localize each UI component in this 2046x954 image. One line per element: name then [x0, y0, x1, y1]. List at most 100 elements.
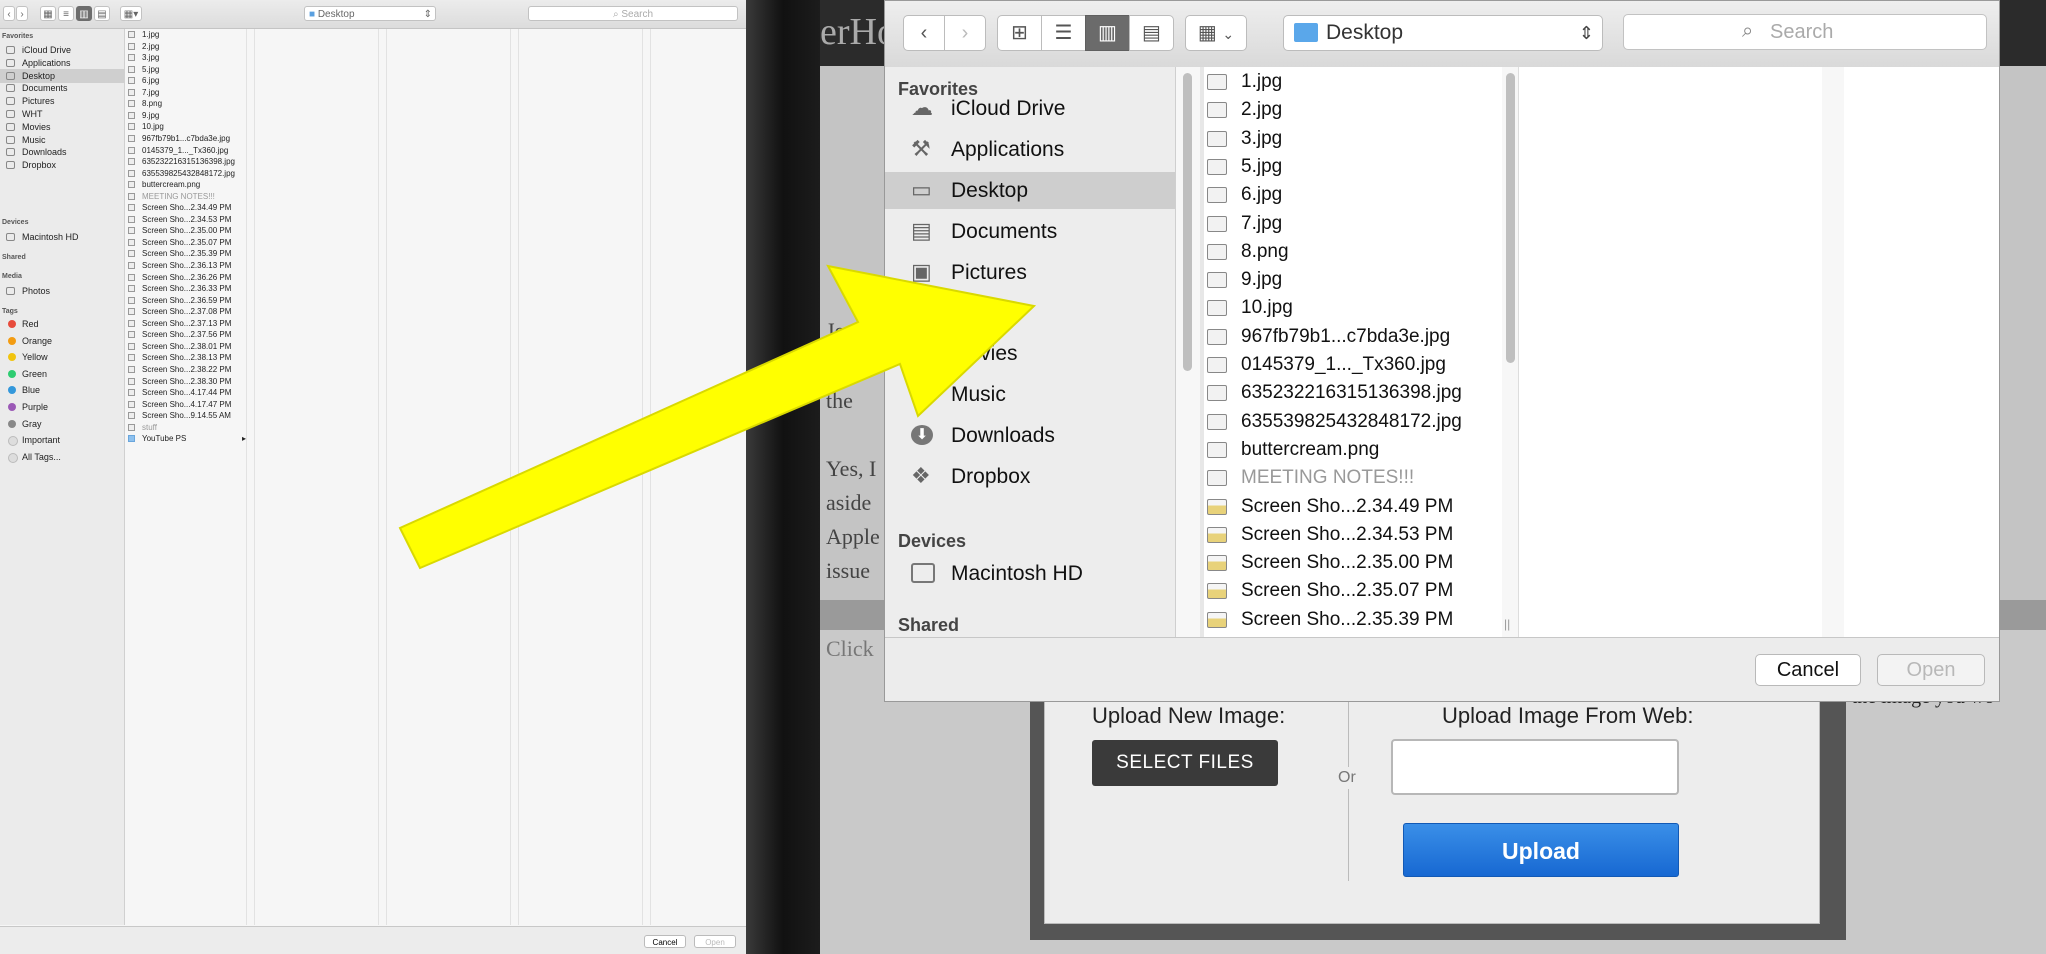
image-url-input[interactable] [1391, 739, 1679, 795]
small-file-item[interactable]: 7.jpg [128, 87, 248, 99]
small-sidebar-tag-green[interactable]: Green [0, 367, 124, 381]
upload-button[interactable]: Upload [1403, 823, 1679, 877]
small-file-item[interactable]: 0145379_1..._Tx360.jpg [128, 145, 248, 157]
small-file-item[interactable]: Screen Sho...2.37.56 PM [128, 329, 248, 341]
small-file-item[interactable]: Screen Sho...4.17.44 PM [128, 387, 248, 399]
small-sidebar-tag-blue[interactable]: Blue [0, 383, 124, 397]
small-file-item[interactable]: 9.jpg [128, 110, 248, 122]
sidebar-scrollbar[interactable] [1183, 73, 1192, 371]
small-sidebar-item-photos[interactable]: Photos [0, 284, 124, 298]
sidebar-item-documents[interactable]: ▤ Documents [885, 213, 1175, 250]
small-file-item[interactable]: Screen Sho...2.36.33 PM [128, 283, 248, 295]
file-item[interactable]: 967fb79b1...c7bda3e.jpg [1207, 323, 1507, 351]
coverflow-view-button[interactable]: ▤ [1129, 15, 1174, 51]
small-file-item[interactable]: Screen Sho...2.38.13 PM [128, 352, 248, 364]
small-file-item[interactable]: stuff [128, 422, 248, 434]
small-file-item[interactable]: Screen Sho...2.35.00 PM [128, 225, 248, 237]
file-item[interactable]: 1.jpg [1207, 68, 1507, 96]
small-back-button[interactable]: ‹ [3, 6, 15, 21]
back-button[interactable]: ‹ [903, 15, 945, 51]
small-file-item[interactable]: 5.jpg [128, 64, 248, 76]
small-file-item[interactable]: 3.jpg [128, 52, 248, 64]
small-file-item[interactable]: 8.png [128, 98, 248, 110]
small-file-item[interactable]: Screen Sho...2.38.30 PM [128, 376, 248, 388]
sidebar-item-movies[interactable]: ▦ Movies [885, 335, 1175, 372]
sidebar-item-pictures[interactable]: ▣ Pictures [885, 254, 1175, 291]
file-item[interactable]: Screen Sho...2.35.00 PM [1207, 549, 1507, 577]
file-item[interactable]: MEETING NOTES!!! [1207, 464, 1507, 492]
list-view-button[interactable]: ☰ [1041, 15, 1086, 51]
small-list-view-button[interactable]: ≡ [58, 6, 74, 21]
sidebar-item-dropbox[interactable]: ❖ Dropbox [885, 458, 1175, 495]
small-cancel-button[interactable]: Cancel [644, 935, 686, 948]
small-coverflow-view-button[interactable]: ▤ [94, 6, 110, 21]
small-file-item[interactable]: 635539825432848172.jpg [128, 168, 248, 180]
small-file-item[interactable]: 635232216315136398.jpg [128, 156, 248, 168]
search-field[interactable]: ⌕ Search [1623, 14, 1987, 50]
small-file-item[interactable]: MEETING NOTES!!! [128, 191, 248, 203]
file-item[interactable]: Screen Sho...2.35.07 PM [1207, 577, 1507, 605]
path-dropdown[interactable]: Desktop ⇕ [1283, 15, 1603, 51]
file-item[interactable]: 3.jpg [1207, 125, 1507, 153]
file-item[interactable]: 9.jpg [1207, 266, 1507, 294]
small-file-item[interactable]: buttercream.png [128, 179, 248, 191]
file-item[interactable]: buttercream.png [1207, 436, 1507, 464]
file-item[interactable]: 0145379_1..._Tx360.jpg [1207, 351, 1507, 379]
small-sidebar-item-dropbox[interactable]: Dropbox [0, 158, 124, 172]
sidebar-item-music[interactable]: ♫ Music [885, 376, 1175, 413]
small-path-dropdown[interactable]: ■ Desktop ⇕ [304, 6, 436, 21]
sidebar-item-downloads[interactable]: ⬇ Downloads [885, 417, 1175, 454]
small-sidebar-tag-important[interactable]: Important [0, 433, 124, 447]
small-file-item[interactable]: 10.jpg [128, 121, 248, 133]
select-files-button[interactable]: SELECT FILES [1092, 740, 1278, 786]
small-file-item[interactable]: Screen Sho...4.17.47 PM [128, 399, 248, 411]
small-file-item[interactable]: Screen Sho...2.35.07 PM [128, 237, 248, 249]
file-item[interactable]: 6.jpg [1207, 181, 1507, 209]
small-arrange-button[interactable]: ▦▾ [120, 6, 142, 21]
file-item[interactable]: Screen Sho...2.35.39 PM [1207, 606, 1507, 634]
small-sidebar-tag-purple[interactable]: Purple [0, 400, 124, 414]
column-view-button[interactable]: ▥ [1085, 15, 1130, 51]
file-item[interactable]: 8.png [1207, 238, 1507, 266]
small-forward-button[interactable]: › [16, 6, 28, 21]
file-item[interactable]: 2.jpg [1207, 96, 1507, 124]
forward-button[interactable]: › [944, 15, 986, 51]
small-file-item[interactable]: YouTube PS ▸ [128, 433, 248, 445]
small-file-item[interactable]: Screen Sho...2.35.39 PM [128, 248, 248, 260]
sidebar-item-applications[interactable]: ⚒ Applications [885, 131, 1175, 168]
file-item[interactable]: 7.jpg [1207, 210, 1507, 238]
file-item[interactable]: 635232216315136398.jpg [1207, 379, 1507, 407]
small-file-item[interactable]: Screen Sho...2.34.49 PM [128, 202, 248, 214]
file-item[interactable]: Screen Sho...2.34.49 PM [1207, 493, 1507, 521]
small-file-item[interactable]: Screen Sho...2.37.13 PM [128, 318, 248, 330]
small-file-item[interactable]: Screen Sho...9.14.55 AM [128, 410, 248, 422]
file-item[interactable]: 635539825432848172.jpg [1207, 408, 1507, 436]
small-file-item[interactable]: 6.jpg [128, 75, 248, 87]
small-sidebar-tag-all-tags[interactable]: All Tags... [0, 450, 124, 464]
small-file-item[interactable]: Screen Sho...2.36.59 PM [128, 295, 248, 307]
small-file-item[interactable]: Screen Sho...2.36.26 PM [128, 272, 248, 284]
small-file-item[interactable]: Screen Sho...2.34.53 PM [128, 214, 248, 226]
small-open-button[interactable]: Open [694, 935, 736, 948]
icon-view-button[interactable]: ⊞ [997, 15, 1042, 51]
sidebar-item-macintosh-hd[interactable]: Macintosh HD [885, 555, 1175, 592]
small-file-item[interactable]: 1.jpg [128, 29, 248, 41]
small-file-item[interactable]: 967fb79b1...c7bda3e.jpg [128, 133, 248, 145]
small-search-field[interactable]: ⌕ Search [528, 6, 738, 21]
small-file-item[interactable]: Screen Sho...2.38.22 PM [128, 364, 248, 376]
small-file-item[interactable]: Screen Sho...2.38.01 PM [128, 341, 248, 353]
file-item[interactable]: Screen Sho...2.34.53 PM [1207, 521, 1507, 549]
sidebar-item-desktop[interactable]: ▭ Desktop [885, 172, 1175, 209]
open-button[interactable]: Open [1877, 654, 1985, 686]
small-file-item[interactable]: Screen Sho...2.37.08 PM [128, 306, 248, 318]
small-column-view-button[interactable]: ▥ [76, 6, 92, 21]
small-icon-view-button[interactable]: ▦ [40, 6, 56, 21]
file-column-scrollbar[interactable] [1506, 73, 1515, 363]
small-sidebar-tag-gray[interactable]: Gray [0, 417, 124, 431]
file-item[interactable]: 5.jpg [1207, 153, 1507, 181]
sidebar-item-icloud-drive[interactable]: ☁ iCloud Drive [885, 90, 1175, 127]
small-file-item[interactable]: Screen Sho...2.36.13 PM [128, 260, 248, 272]
file-item[interactable]: 10.jpg [1207, 294, 1507, 322]
small-file-item[interactable]: 2.jpg [128, 41, 248, 53]
arrange-button[interactable]: ▦ ⌄ [1185, 15, 1247, 51]
